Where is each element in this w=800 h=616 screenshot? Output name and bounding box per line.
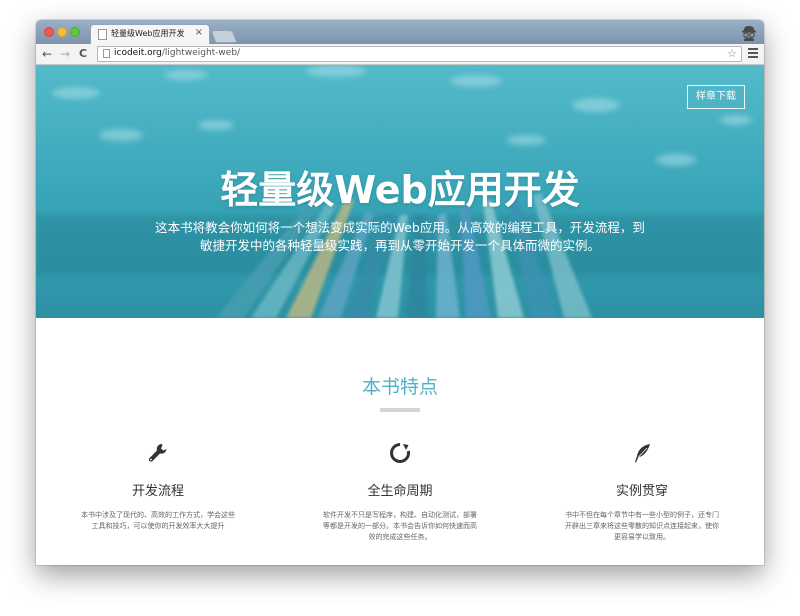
forward-button[interactable]: →: [60, 46, 70, 62]
menu-icon[interactable]: [748, 48, 758, 59]
address-bar[interactable]: icodeit.org/lightweight-web/ ☆: [97, 46, 742, 62]
feature-description-line: 工具和技巧，可以使你的开发效率大大提升: [91, 522, 225, 530]
incognito-icon: [742, 26, 756, 41]
feature-item: 全生命周期 软件开发不只是写程序，构建、自动化测试，部署 等都是开发的一部分。本…: [300, 442, 500, 543]
hero-description-line: 敏捷开发中的各种轻量级实践，再到从零开始开发一个具体而微的实例。: [199, 238, 600, 253]
feature-description-line: 等都是开发的一部分。本书会告诉你如何快速而高: [323, 522, 477, 530]
feature-title: 全生命周期: [367, 484, 433, 499]
url-path: /lightweight-web/: [161, 48, 241, 58]
new-tab-button[interactable]: [210, 30, 238, 43]
sample-download-button[interactable]: 样章下载: [687, 85, 745, 109]
feature-description: 书中不但在每个章节中有一些小型的例子，还专门 开辟出三章来将这些零散的知识点连接…: [542, 510, 742, 543]
feature-description: 本书中涉及了现代的、高效的工作方式，学会这些 工具和技巧，可以使你的开发效率大大…: [58, 510, 258, 532]
hero-description-line: 这本书将教会你如何将一个想法变成实际的Web应用。从高效的编程工具，开发流程，到: [155, 220, 645, 235]
feature-description-line: 软件开发不只是写程序，构建、自动化测试，部署: [323, 511, 477, 519]
page-icon: [98, 29, 107, 40]
zoom-window-button[interactable]: [70, 27, 80, 37]
feature-item: 实例贯穿 书中不但在每个章节中有一些小型的例子，还专门 开辟出三章来将这些零散的…: [542, 442, 742, 543]
hero-banner: 样章下载 轻量级Web应用开发 这本书将教会你如何将一个想法变成实际的Web应用…: [36, 65, 764, 318]
feature-description-line: 更容易学以致用。: [614, 533, 670, 541]
feature-title: 实例贯穿: [615, 484, 668, 499]
feature-title: 开发流程: [131, 484, 184, 499]
feature-description-line: 本书中涉及了现代的、高效的工作方式，学会这些: [81, 511, 235, 519]
reload-button[interactable]: C: [79, 46, 87, 62]
tab-title: 轻量级Web应用开发: [111, 29, 185, 38]
minimize-window-button[interactable]: [57, 27, 67, 37]
wrench-icon: [148, 444, 167, 462]
tab-close-icon[interactable]: ×: [195, 27, 203, 39]
hero-title: 轻量级Web应用开发: [220, 168, 580, 212]
section-title: 本书特点: [361, 376, 438, 398]
close-window-button[interactable]: [44, 27, 54, 37]
features-section: 本书特点 开发流程 本书中涉及了现代的、高效的工作方式，学会这些 工具和技巧，可…: [36, 318, 764, 565]
circle-arrow-icon: [390, 443, 411, 463]
bookmark-star-icon[interactable]: ☆: [727, 47, 737, 60]
page-icon: [103, 49, 110, 58]
feather-icon: [635, 444, 650, 463]
browser-toolbar: ← → C icodeit.org/lightweight-web/ ☆: [36, 44, 764, 65]
back-button[interactable]: ←: [42, 46, 52, 62]
url-text: icodeit.org/lightweight-web/: [114, 48, 240, 58]
browser-window: 轻量级Web应用开发 × ← → C icodeit.org/lightweig…: [36, 20, 764, 565]
section-divider: [380, 408, 420, 412]
tab-bar: 轻量级Web应用开发 ×: [36, 20, 764, 45]
feature-description-line: 效的完成这些任务。: [368, 533, 432, 541]
feature-item: 开发流程 本书中涉及了现代的、高效的工作方式，学会这些 工具和技巧，可以使你的开…: [58, 442, 258, 532]
tab-active[interactable]: 轻量级Web应用开发 ×: [90, 24, 210, 44]
feature-description-line: 开辟出三章来将这些零散的知识点连接起来，使你: [565, 522, 719, 530]
url-domain: icodeit.org: [114, 48, 162, 58]
feature-description-line: 书中不但在每个章节中有一些小型的例子，还专门: [565, 511, 719, 519]
feature-description: 软件开发不只是写程序，构建、自动化测试，部署 等都是开发的一部分。本书会告诉你如…: [300, 510, 500, 543]
hero-description: 这本书将教会你如何将一个想法变成实际的Web应用。从高效的编程工具，开发流程，到…: [146, 219, 654, 255]
